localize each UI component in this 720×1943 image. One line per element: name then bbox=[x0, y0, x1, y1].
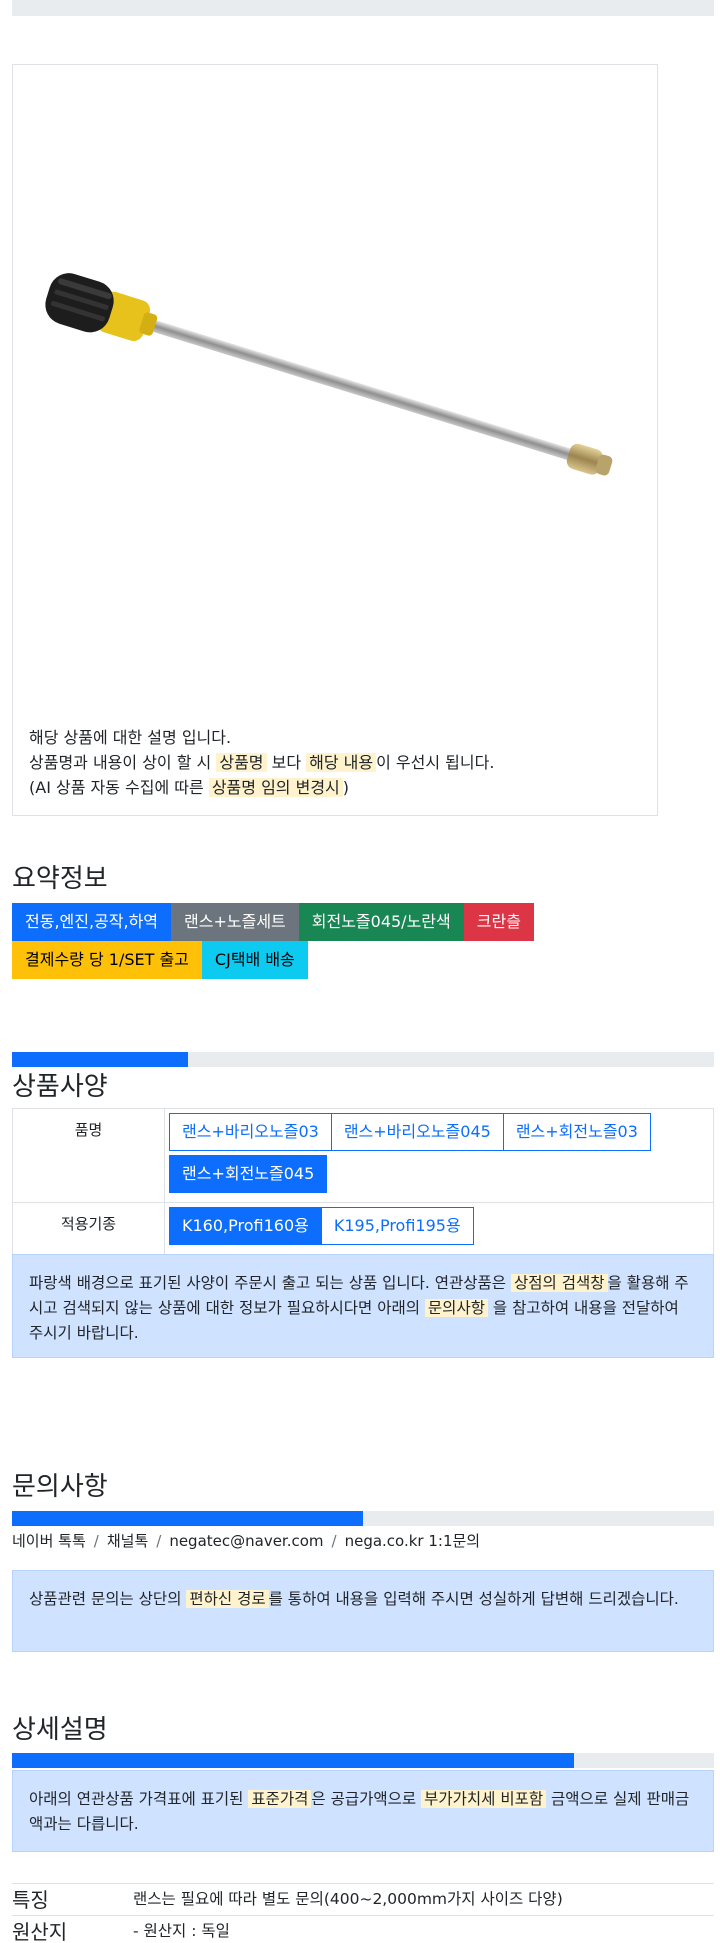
product-description: 해당 상품에 대한 설명 입니다. 상품명과 내용이 상이 할 시 상품명 보다… bbox=[29, 725, 494, 800]
description-text: 보다 bbox=[266, 753, 307, 772]
spec-progress-bar bbox=[12, 1052, 714, 1067]
detail-key: 원산지 bbox=[12, 1920, 68, 1943]
detail-row-origin: 원산지 - 원산지 : 독일 bbox=[12, 1915, 714, 1943]
spec-options: K160,Profi160용 K195,Profi195용 bbox=[164, 1202, 714, 1255]
spec-row-model: 적용기종 K160,Profi160용 K195,Profi195용 bbox=[12, 1202, 714, 1255]
product-image bbox=[45, 273, 613, 476]
notice-text: 은 공급가액으로 bbox=[311, 1790, 422, 1808]
badge-category: 전동,엔진,공작,하역 bbox=[12, 903, 172, 941]
notice-text: 파랑색 배경으로 표기된 사양이 주문시 출고 되는 상품 입니다. 연관상품은 bbox=[29, 1274, 511, 1292]
spec-label: 적용기종 bbox=[12, 1202, 165, 1255]
option-rotary-045[interactable]: 랜스+회전노즐045 bbox=[169, 1155, 328, 1193]
notice-text: 아래의 연관상품 가격표에 표기된 bbox=[29, 1790, 249, 1808]
badge-shipping: CJ택배 배송 bbox=[201, 941, 308, 979]
detail-value: 랜스는 필요에 따라 별도 문의(400~2,000mm가지 사이즈 다양) bbox=[133, 1890, 563, 1908]
spec-title: 상품사양 bbox=[12, 1072, 108, 1102]
link-email[interactable]: negatec@naver.com bbox=[169, 1532, 323, 1550]
highlight-route: 편하신 경로 bbox=[186, 1590, 269, 1608]
highlight-content: 해당 내용 bbox=[306, 753, 377, 772]
detail-notice: 아래의 연관상품 가격표에 표기된 표준가격 은 공급가액으로 부가가치세 비포함… bbox=[12, 1770, 714, 1852]
option-k195[interactable]: K195,Profi195용 bbox=[320, 1207, 474, 1245]
product-page: 해당 상품에 대한 설명 입니다. 상품명과 내용이 상이 할 시 상품명 보다… bbox=[0, 0, 720, 1943]
spec-label: 품명 bbox=[12, 1108, 165, 1203]
inquiry-title: 문의사항 bbox=[12, 1472, 108, 1502]
highlight-product-name: 상품명 bbox=[216, 753, 267, 772]
top-bar bbox=[12, 0, 714, 16]
description-line-2: 상품명과 내용이 상이 할 시 상품명 보다 해당 내용 이 우선시 됩니다. bbox=[29, 750, 494, 775]
spec-options: 랜스+바리오노즐03 랜스+바리오노즐045 랜스+회전노즐03 랜스+회전노즐… bbox=[164, 1108, 714, 1203]
description-line-1: 해당 상품에 대한 설명 입니다. bbox=[29, 728, 232, 747]
description-line-3: (AI 상품 자동 수집에 따른 상품명 임의 변경시) bbox=[29, 775, 494, 800]
option-k160[interactable]: K160,Profi160용 bbox=[169, 1207, 322, 1245]
highlight-inquiry: 문의사항 bbox=[424, 1299, 488, 1317]
option-vario-03[interactable]: 랜스+바리오노즐03 bbox=[169, 1113, 332, 1151]
summary-title: 요약정보 bbox=[12, 864, 108, 894]
description-text: ) bbox=[342, 778, 350, 797]
highlight-vat: 부가가치세 비포함 bbox=[421, 1790, 547, 1808]
link-channel-talk[interactable]: 채널톡 bbox=[107, 1532, 148, 1550]
badge-brand: 크란츨 bbox=[463, 903, 534, 941]
detail-title: 상세설명 bbox=[12, 1715, 108, 1745]
notice-text: 상품관련 문의는 상단의 bbox=[29, 1590, 187, 1608]
description-text: 상품명과 내용이 상이 할 시 bbox=[29, 753, 217, 772]
spec-row-name: 품명 랜스+바리오노즐03 랜스+바리오노즐045 랜스+회전노즐03 랜스+회… bbox=[12, 1108, 714, 1203]
spec-notice: 파랑색 배경으로 표기된 사양이 주문시 출고 되는 상품 입니다. 연관상품은… bbox=[12, 1254, 714, 1358]
detail-progress-fill bbox=[12, 1753, 574, 1768]
option-vario-045[interactable]: 랜스+바리오노즐045 bbox=[330, 1113, 504, 1151]
notice-text: 를 통하여 내용을 입력해 주시면 성실하게 답변해 드리겠습니다. bbox=[268, 1590, 679, 1608]
spec-progress-fill bbox=[12, 1052, 188, 1067]
inquiry-progress-fill bbox=[12, 1511, 363, 1526]
highlight-search: 상점의 검색창 bbox=[511, 1274, 608, 1292]
inquiry-links: 네이버 톡톡 / 채널톡 / negatec@naver.com / nega.co.kr … bbox=[12, 1532, 481, 1550]
description-text: 이 우선시 됩니다. bbox=[376, 753, 495, 772]
badge-set-type: 랜스+노즐세트 bbox=[171, 903, 299, 941]
product-image-card: 해당 상품에 대한 설명 입니다. 상품명과 내용이 상이 할 시 상품명 보다… bbox=[12, 64, 658, 816]
detail-progress-bar bbox=[12, 1753, 714, 1768]
highlight-standard-price: 표준가격 bbox=[248, 1790, 312, 1808]
detail-row-feature: 특징 랜스는 필요에 따라 별도 문의(400~2,000mm가지 사이즈 다양… bbox=[12, 1883, 714, 1915]
summary-badges: 전동,엔진,공작,하역 랜스+노즐세트 회전노즐045/노란색 크란츨 결제수량… bbox=[12, 903, 572, 979]
highlight-name-change: 상품명 임의 변경시 bbox=[208, 778, 343, 797]
detail-value: - 원산지 : 독일 bbox=[133, 1922, 230, 1940]
badge-quantity: 결제수량 당 1/SET 출고 bbox=[12, 941, 202, 979]
description-text: (AI 상품 자동 수집에 따른 bbox=[29, 778, 209, 797]
link-naver-talk[interactable]: 네이버 톡톡 bbox=[12, 1532, 86, 1550]
badge-nozzle: 회전노즐045/노란색 bbox=[298, 903, 464, 941]
detail-key: 특징 bbox=[12, 1888, 49, 1912]
link-one-to-one[interactable]: nega.co.kr 1:1문의 bbox=[345, 1532, 481, 1550]
option-rotary-03[interactable]: 랜스+회전노즐03 bbox=[502, 1113, 651, 1151]
spec-table: 품명 랜스+바리오노즐03 랜스+바리오노즐045 랜스+회전노즐03 랜스+회… bbox=[12, 1108, 714, 1255]
inquiry-notice: 상품관련 문의는 상단의 편하신 경로 를 통하여 내용을 입력해 주시면 성실하… bbox=[12, 1570, 714, 1652]
inquiry-progress-bar bbox=[12, 1511, 714, 1526]
